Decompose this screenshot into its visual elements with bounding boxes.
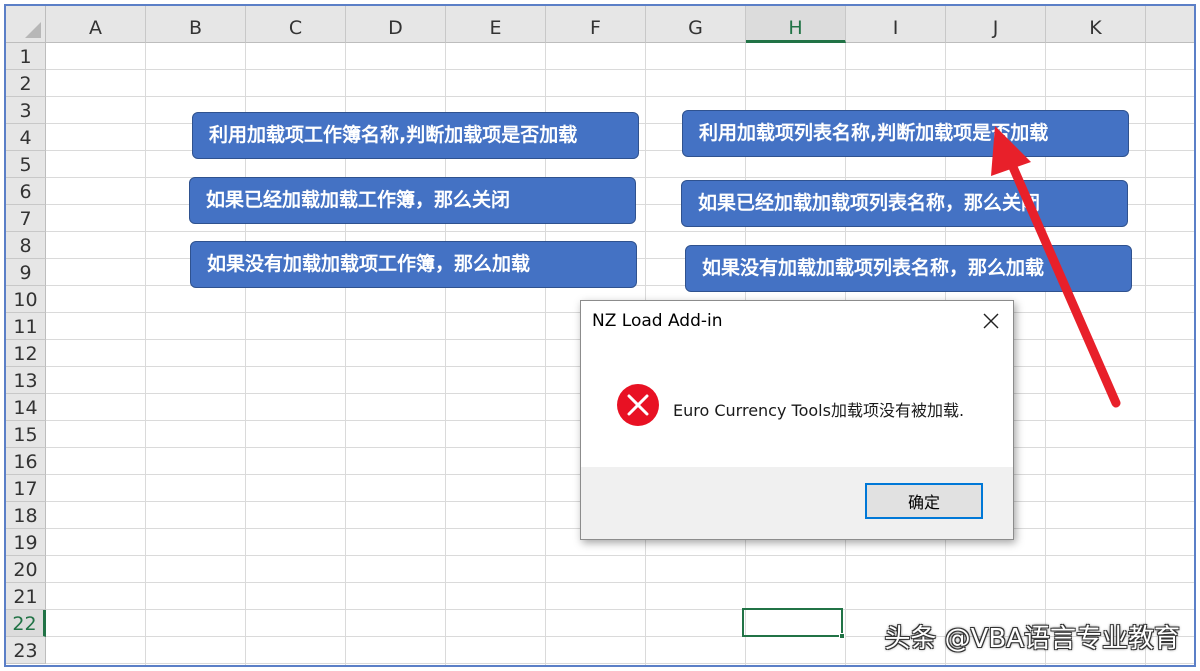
load-addin-list-button[interactable]: 如果没有加载加载项列表名称，那么加载 — [685, 245, 1132, 292]
row-header-1[interactable]: 1 — [6, 43, 46, 70]
column-header-f[interactable]: F — [546, 6, 646, 43]
watermark-text: 头条 @VBA语言专业教育 — [884, 624, 1180, 654]
close-addin-list-button[interactable]: 如果已经加载加载项列表名称，那么关闭 — [681, 180, 1128, 227]
row-header-17[interactable]: 17 — [6, 475, 46, 502]
row-header-7[interactable]: 7 — [6, 205, 46, 232]
screenshot-frame: A B C D E F G H I J K 1 2 3 4 5 6 7 8 9 … — [4, 4, 1196, 667]
row-header-15[interactable]: 15 — [6, 421, 46, 448]
column-header-d[interactable]: D — [346, 6, 446, 43]
dialog-message: Euro Currency Tools加载项没有被加载. — [673, 401, 965, 420]
selected-cell-h22[interactable] — [742, 608, 845, 639]
message-dialog: NZ Load Add-in Euro Currency Tools加载项没有被… — [580, 300, 1014, 540]
error-icon — [615, 382, 661, 428]
row-header-20[interactable]: 20 — [6, 556, 46, 583]
row-header-11[interactable]: 11 — [6, 313, 46, 340]
row-header-19[interactable]: 19 — [6, 529, 46, 556]
row-header-22[interactable]: 22 — [6, 610, 46, 637]
close-addin-workbook-button[interactable]: 如果已经加载加载工作簿，那么关闭 — [189, 177, 636, 224]
row-header-8[interactable]: 8 — [6, 232, 46, 259]
column-header-a[interactable]: A — [46, 6, 146, 43]
column-header-b[interactable]: B — [146, 6, 246, 43]
row-header-4[interactable]: 4 — [6, 124, 46, 151]
row-header-23[interactable]: 23 — [6, 637, 46, 664]
column-header-j[interactable]: J — [946, 6, 1046, 43]
row-header-2[interactable]: 2 — [6, 70, 46, 97]
row-header-13[interactable]: 13 — [6, 367, 46, 394]
row-header-3[interactable]: 3 — [6, 97, 46, 124]
spreadsheet-grid: A B C D E F G H I J K 1 2 3 4 5 6 7 8 9 … — [6, 6, 1194, 665]
column-header-e[interactable]: E — [446, 6, 546, 43]
dialog-footer: 确定 — [581, 467, 1013, 539]
row-header-9[interactable]: 9 — [6, 259, 46, 286]
close-icon[interactable] — [973, 305, 1009, 337]
fill-handle[interactable] — [839, 633, 845, 639]
column-header-g[interactable]: G — [646, 6, 746, 43]
row-header-5[interactable]: 5 — [6, 151, 46, 178]
row-header-18[interactable]: 18 — [6, 502, 46, 529]
column-header-partial[interactable] — [1146, 6, 1194, 43]
column-header-i[interactable]: I — [846, 6, 946, 43]
row-header-21[interactable]: 21 — [6, 583, 46, 610]
row-header-16[interactable]: 16 — [6, 448, 46, 475]
check-addin-by-list-button[interactable]: 利用加载项列表名称,判断加载项是否加载 — [682, 110, 1129, 157]
row-header-10[interactable]: 10 — [6, 286, 46, 313]
column-header-c[interactable]: C — [246, 6, 346, 43]
check-addin-by-workbook-button[interactable]: 利用加载项工作簿名称,判断加载项是否加载 — [192, 112, 639, 159]
load-addin-workbook-button[interactable]: 如果没有加载加载项工作簿，那么加载 — [190, 241, 637, 288]
row-header-12[interactable]: 12 — [6, 340, 46, 367]
row-header-14[interactable]: 14 — [6, 394, 46, 421]
dialog-title: NZ Load Add-in — [592, 311, 723, 331]
row-header-6[interactable]: 6 — [6, 178, 46, 205]
select-all-corner[interactable] — [6, 6, 46, 43]
column-header-k[interactable]: K — [1046, 6, 1146, 43]
column-header-h[interactable]: H — [746, 6, 846, 43]
ok-button[interactable]: 确定 — [865, 483, 983, 519]
